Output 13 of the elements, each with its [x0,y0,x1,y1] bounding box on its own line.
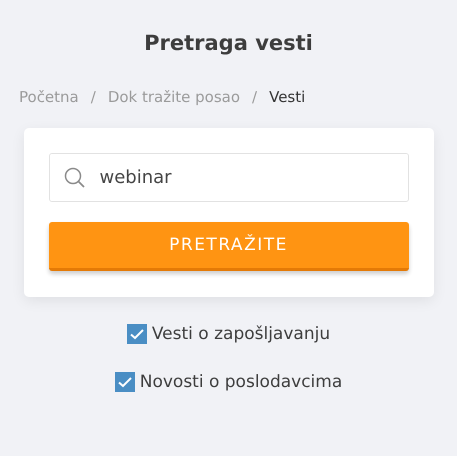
breadcrumb-separator: / [252,87,258,108]
breadcrumb-link[interactable]: Početna [19,86,79,108]
checkbox[interactable] [114,372,135,392]
checkbox-label: Novosti o poslodavcima [140,371,342,393]
search-field[interactable]: webinar [48,153,408,202]
checkbox-label: Vesti o zapošljavanju [152,323,330,345]
search-button[interactable]: PRETRAŽITE [48,222,408,271]
page-title: Pretraga vesti [144,30,313,57]
search-icon [64,167,86,189]
checkbox[interactable] [126,324,147,344]
breadcrumb-current: Vesti [269,87,306,108]
breadcrumb-link[interactable]: Dok tražite posao [108,86,240,108]
breadcrumb-separator: / [90,87,96,108]
